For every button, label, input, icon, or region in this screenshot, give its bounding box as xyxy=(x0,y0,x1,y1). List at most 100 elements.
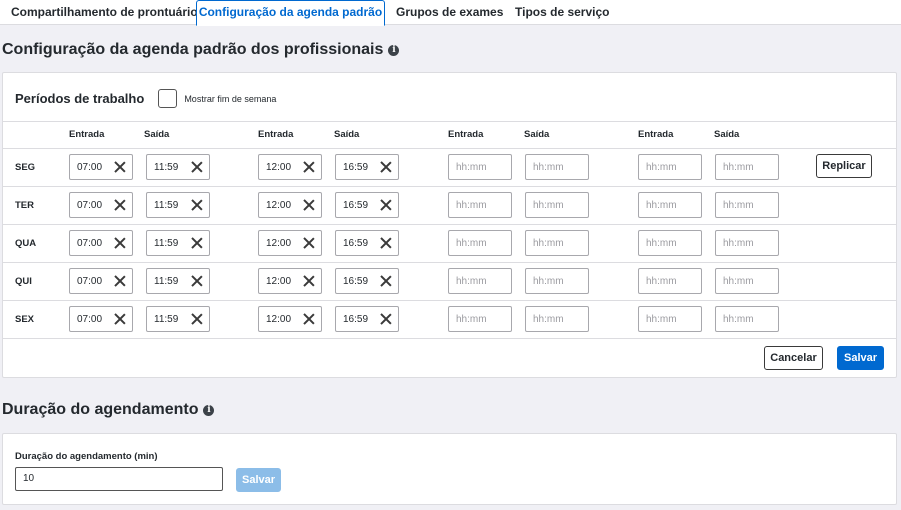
time-input[interactable]: 11:59 xyxy=(146,230,210,256)
clear-icon[interactable] xyxy=(114,161,126,173)
time-input[interactable]: 11:59 xyxy=(146,306,210,332)
clear-icon[interactable] xyxy=(191,199,203,211)
time-input[interactable]: 07:00 xyxy=(69,154,133,180)
divider xyxy=(3,338,896,339)
time-placeholder: hh:mm xyxy=(646,237,677,249)
clear-icon[interactable] xyxy=(114,313,126,325)
time-placeholder: hh:mm xyxy=(646,275,677,287)
clear-icon[interactable] xyxy=(380,237,392,249)
time-input[interactable]: 16:59 xyxy=(335,306,399,332)
tab-grupos-exames[interactable]: Grupos de exames xyxy=(396,0,503,26)
time-input[interactable]: hh:mm xyxy=(525,192,589,218)
time-input[interactable]: 11:59 xyxy=(146,268,210,294)
time-input[interactable]: 07:00 xyxy=(69,192,133,218)
time-placeholder: hh:mm xyxy=(533,313,564,325)
clear-icon[interactable] xyxy=(191,313,203,325)
time-input[interactable]: hh:mm xyxy=(525,268,589,294)
time-value: 12:00 xyxy=(266,313,292,325)
time-input[interactable]: hh:mm xyxy=(638,306,702,332)
time-input[interactable]: hh:mm xyxy=(525,154,589,180)
time-input[interactable]: hh:mm xyxy=(525,306,589,332)
time-placeholder: hh:mm xyxy=(456,161,487,173)
time-input[interactable]: hh:mm xyxy=(638,230,702,256)
time-placeholder: hh:mm xyxy=(533,199,564,211)
column-header-entrada: Entrada xyxy=(638,129,674,140)
duration-card: Duração do agendamento (min) 10 Salvar xyxy=(2,433,897,505)
time-input[interactable]: hh:mm xyxy=(638,268,702,294)
time-value: 16:59 xyxy=(343,199,369,211)
clear-icon[interactable] xyxy=(380,313,392,325)
clear-icon[interactable] xyxy=(191,161,203,173)
time-input[interactable]: 07:00 xyxy=(69,306,133,332)
weekend-checkbox[interactable] xyxy=(158,89,178,108)
time-value: 07:00 xyxy=(77,161,103,173)
time-input[interactable]: 16:59 xyxy=(335,230,399,256)
time-input[interactable]: 07:00 xyxy=(69,230,133,256)
time-input[interactable]: hh:mm xyxy=(448,154,512,180)
time-value: 07:00 xyxy=(77,237,103,249)
time-input[interactable]: hh:mm xyxy=(638,154,702,180)
time-input[interactable]: hh:mm xyxy=(715,268,779,294)
tab-tipos-servico[interactable]: Tipos de serviço xyxy=(515,0,609,26)
time-input[interactable]: hh:mm xyxy=(715,230,779,256)
tab-bar: Compartilhamento de prontuário Configura… xyxy=(0,0,901,26)
replicate-button[interactable]: Replicar xyxy=(816,154,872,178)
tab-configuracao-agenda-padrao[interactable]: Configuração da agenda padrão xyxy=(196,0,385,26)
clear-icon[interactable] xyxy=(191,275,203,287)
time-input[interactable]: hh:mm xyxy=(715,192,779,218)
time-input[interactable]: hh:mm xyxy=(525,230,589,256)
tab-compartilhamento-prontuario[interactable]: Compartilhamento de prontuário xyxy=(11,0,198,26)
time-input[interactable]: 12:00 xyxy=(258,230,322,256)
time-input[interactable]: hh:mm xyxy=(448,306,512,332)
clear-icon[interactable] xyxy=(114,275,126,287)
time-input[interactable]: 07:00 xyxy=(69,268,133,294)
time-input[interactable]: 12:00 xyxy=(258,268,322,294)
clear-icon[interactable] xyxy=(303,237,315,249)
clear-icon[interactable] xyxy=(303,199,315,211)
time-input[interactable]: 12:00 xyxy=(258,306,322,332)
time-input[interactable]: 16:59 xyxy=(335,154,399,180)
clear-icon[interactable] xyxy=(380,275,392,287)
periods-label: Períodos de trabalho xyxy=(15,91,145,106)
time-input[interactable]: hh:mm xyxy=(448,192,512,218)
time-input[interactable]: hh:mm xyxy=(715,306,779,332)
time-value: 12:00 xyxy=(266,275,292,287)
duration-input[interactable]: 10 xyxy=(15,467,223,491)
clear-icon[interactable] xyxy=(380,199,392,211)
clear-icon[interactable] xyxy=(380,161,392,173)
time-input[interactable]: hh:mm xyxy=(448,230,512,256)
save-schedule-button[interactable]: Salvar xyxy=(837,346,884,370)
time-input[interactable]: 12:00 xyxy=(258,154,322,180)
duration-field-label: Duração do agendamento (min) xyxy=(15,451,158,462)
divider xyxy=(3,262,896,263)
time-input[interactable]: 16:59 xyxy=(335,192,399,218)
clear-icon[interactable] xyxy=(114,199,126,211)
cancel-button[interactable]: Cancelar xyxy=(764,346,823,370)
column-header-saida: Saída xyxy=(334,129,360,140)
time-placeholder: hh:mm xyxy=(456,313,487,325)
time-value: 12:00 xyxy=(266,199,292,211)
clear-icon[interactable] xyxy=(303,275,315,287)
time-input[interactable]: 12:00 xyxy=(258,192,322,218)
info-icon[interactable]: i xyxy=(388,44,400,56)
clear-icon[interactable] xyxy=(191,237,203,249)
time-input[interactable]: 11:59 xyxy=(146,192,210,218)
time-input[interactable]: 11:59 xyxy=(146,154,210,180)
time-input[interactable]: 16:59 xyxy=(335,268,399,294)
info-icon[interactable]: i xyxy=(203,404,215,416)
time-input[interactable]: hh:mm xyxy=(448,268,512,294)
time-input[interactable]: hh:mm xyxy=(715,154,779,180)
time-placeholder: hh:mm xyxy=(533,161,564,173)
divider xyxy=(3,300,896,301)
clear-icon[interactable] xyxy=(303,161,315,173)
clear-icon[interactable] xyxy=(303,313,315,325)
divider xyxy=(3,224,896,225)
clear-icon[interactable] xyxy=(114,237,126,249)
time-value: 12:00 xyxy=(266,161,292,173)
column-header-saida: Saída xyxy=(714,129,740,140)
time-input[interactable]: hh:mm xyxy=(638,192,702,218)
save-duration-button[interactable]: Salvar xyxy=(236,468,281,492)
time-placeholder: hh:mm xyxy=(456,275,487,287)
time-value: 07:00 xyxy=(77,313,103,325)
column-header-saida: Saída xyxy=(524,129,550,140)
